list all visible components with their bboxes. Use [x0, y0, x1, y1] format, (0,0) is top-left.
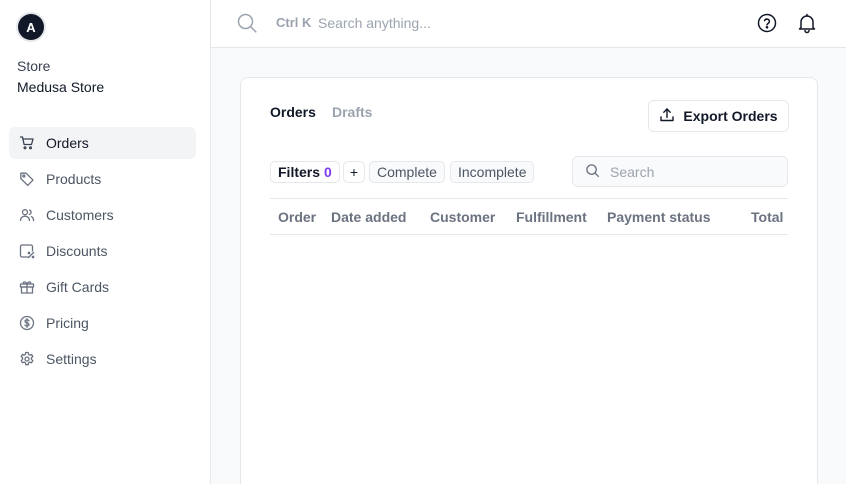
sidebar-item-settings[interactable]: Settings	[9, 343, 196, 375]
sidebar-item-products[interactable]: Products	[9, 163, 196, 195]
filter-preset-complete[interactable]: Complete	[369, 161, 445, 183]
store-name: Medusa Store	[17, 79, 105, 95]
help-icon[interactable]	[756, 12, 778, 34]
sidebar-nav: Orders Products Customers Discounts Gift…	[9, 127, 196, 379]
upload-icon	[659, 107, 675, 126]
column-header-payment-status[interactable]: Payment status	[607, 209, 710, 225]
filters-count: 0	[324, 164, 332, 180]
orders-table-header: Order Date added Customer Fulfillment Pa…	[270, 198, 788, 235]
orders-card: Orders Drafts Export Orders Filters 0 + …	[240, 77, 818, 484]
store-avatar[interactable]: A	[18, 14, 44, 40]
add-filter-button[interactable]: +	[343, 161, 365, 183]
bell-icon[interactable]	[796, 12, 818, 34]
sidebar-item-gift-cards[interactable]: Gift Cards	[9, 271, 196, 303]
cart-icon	[18, 134, 36, 152]
gift-icon	[18, 278, 36, 296]
discount-icon	[18, 242, 36, 260]
sidebar-item-label: Customers	[46, 207, 114, 223]
tab-orders[interactable]: Orders	[270, 104, 316, 120]
tab-drafts[interactable]: Drafts	[332, 104, 372, 120]
sidebar-item-label: Settings	[46, 351, 97, 367]
sidebar-item-label: Pricing	[46, 315, 89, 331]
sidebar-item-label: Orders	[46, 135, 89, 151]
table-search[interactable]	[572, 156, 788, 187]
search-icon	[585, 163, 610, 181]
column-header-total[interactable]: Total	[751, 209, 783, 225]
dollar-circle-icon	[18, 314, 36, 332]
column-header-customer[interactable]: Customer	[430, 209, 495, 225]
sidebar-item-label: Gift Cards	[46, 279, 110, 295]
sidebar-item-label: Products	[46, 171, 102, 187]
export-orders-label: Export Orders	[683, 108, 778, 124]
column-header-order[interactable]: Order	[278, 209, 316, 225]
sidebar-item-pricing[interactable]: Pricing	[9, 307, 196, 339]
search-shortcut-hint: Ctrl K	[276, 15, 312, 30]
gear-icon	[18, 350, 36, 368]
filter-preset-incomplete[interactable]: Incomplete	[450, 161, 535, 183]
search-icon	[236, 12, 258, 34]
store-label: Store	[17, 58, 51, 74]
column-header-fulfillment[interactable]: Fulfillment	[516, 209, 587, 225]
filters-label: Filters	[278, 164, 321, 180]
orders-search-input[interactable]	[610, 163, 780, 180]
sidebar-item-orders[interactable]: Orders	[9, 127, 196, 159]
sidebar-item-customers[interactable]: Customers	[9, 199, 196, 231]
column-header-date-added[interactable]: Date added	[331, 209, 406, 225]
sidebar-item-label: Discounts	[46, 243, 108, 259]
sidebar: A Store Medusa Store Orders Products Cus…	[0, 0, 211, 484]
sidebar-item-discounts[interactable]: Discounts	[9, 235, 196, 267]
top-bar: Ctrl K	[211, 0, 846, 48]
global-search-input[interactable]	[318, 12, 618, 34]
export-orders-button[interactable]: Export Orders	[648, 100, 789, 132]
tag-icon	[18, 170, 36, 188]
filters-button[interactable]: Filters 0	[270, 161, 340, 183]
users-icon	[18, 206, 36, 224]
